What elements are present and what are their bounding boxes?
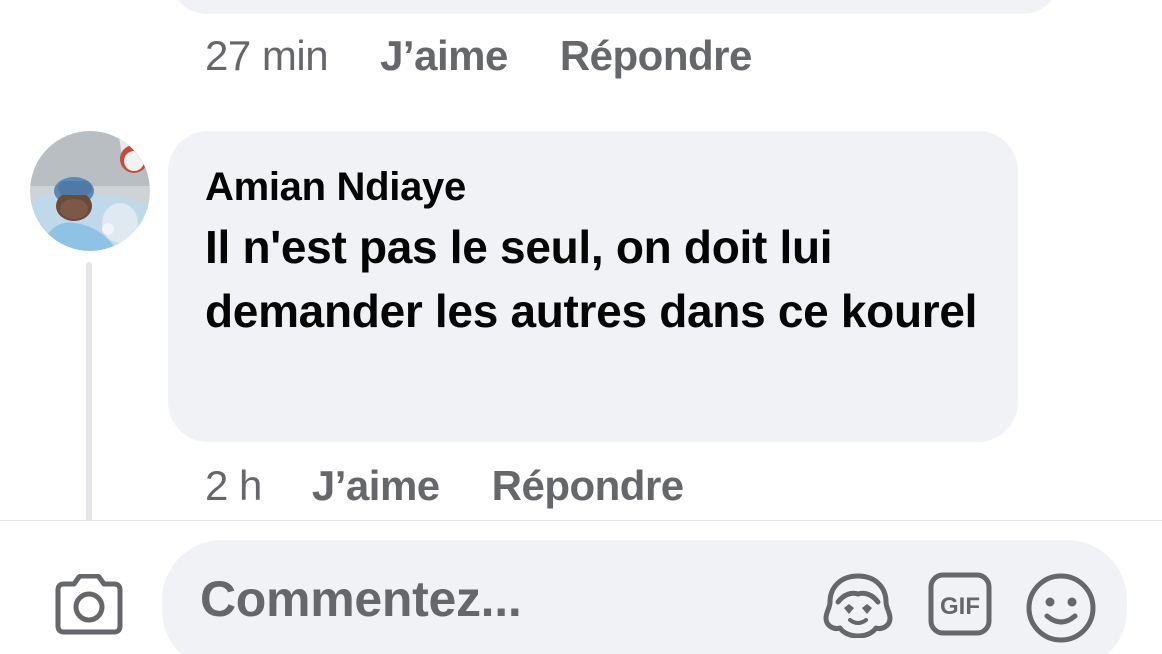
baby-photo-avatar-icon <box>30 131 150 251</box>
previous-comment-reply-button[interactable]: Répondre <box>560 32 753 80</box>
previous-comment-time: 27 min <box>205 32 329 79</box>
comment-reply-button[interactable]: Répondre <box>492 462 685 510</box>
camera-icon[interactable] <box>52 573 126 636</box>
comment-text: Il n'est pas le seul, on doit lui demand… <box>205 221 978 337</box>
comment-bubble[interactable]: Amian Ndiaye Il n'est pas le seul, on do… <box>168 131 1018 442</box>
comment-like-button[interactable]: J’aime <box>312 462 440 510</box>
comment-time[interactable]: 2 h <box>205 462 262 510</box>
previous-comment-like-button[interactable]: J’aime <box>380 32 508 80</box>
avatar-sticker-icon[interactable] <box>822 572 894 639</box>
previous-comment-actions: 27 min J’aime Répondre <box>205 32 752 80</box>
author-avatar[interactable] <box>30 131 150 251</box>
comments-screen: 27 min J’aime Répondre Amian Ndiaye Il n… <box>0 0 1162 654</box>
gif-icon[interactable]: GIF <box>928 572 992 636</box>
emoji-icon[interactable] <box>1025 572 1097 644</box>
gif-icon-label: GIF <box>940 593 980 620</box>
comment-actions: 2 h J’aime Répondre <box>205 462 684 510</box>
comment-author[interactable]: Amian Ndiaye <box>205 161 982 213</box>
previous-comment-bubble <box>170 0 1060 14</box>
thread-line <box>86 262 92 524</box>
comment-input-placeholder: Commentez... <box>200 571 522 627</box>
